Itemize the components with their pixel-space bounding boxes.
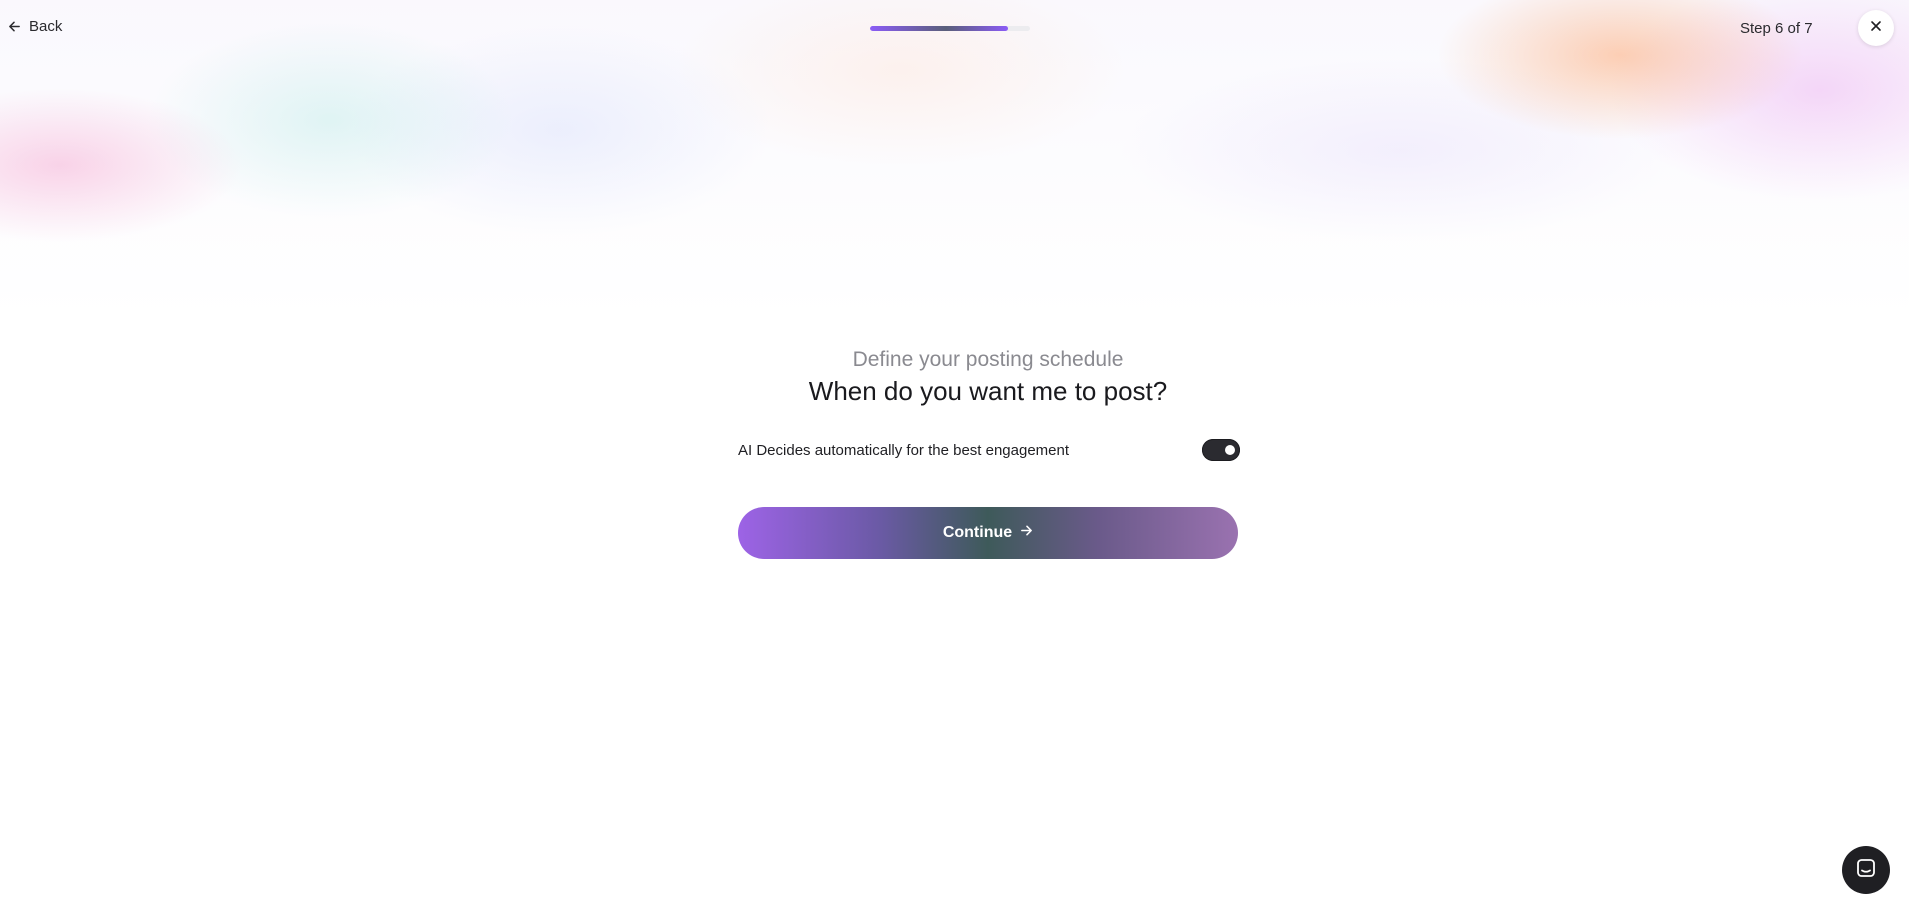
arrow-left-icon	[8, 20, 21, 33]
step-indicator: Step 6 of 7	[1740, 20, 1813, 37]
ai-decides-toggle[interactable]	[1202, 439, 1240, 461]
schedule-panel: Define your posting schedule When do you…	[738, 348, 1240, 559]
progress-fill	[870, 26, 1008, 31]
back-button[interactable]: Back	[8, 18, 62, 35]
page-title: When do you want me to post?	[808, 376, 1168, 406]
toggle-knob	[1225, 445, 1235, 455]
chat-launcher-button[interactable]	[1842, 846, 1890, 894]
chat-icon	[1855, 857, 1877, 884]
close-button[interactable]	[1858, 10, 1894, 46]
background-gradient	[0, 0, 1909, 320]
back-label: Back	[29, 18, 63, 35]
ai-decides-label: AI Decides automatically for the best en…	[738, 441, 1070, 459]
page-subtitle: Define your posting schedule	[852, 348, 1124, 371]
continue-label: Continue	[942, 524, 1013, 541]
continue-button[interactable]: Continue	[738, 507, 1238, 559]
ai-decides-row: AI Decides automatically for the best en…	[738, 438, 1240, 462]
close-icon	[1870, 19, 1882, 37]
progress-bar	[870, 26, 1030, 31]
arrow-right-icon	[1020, 524, 1033, 542]
